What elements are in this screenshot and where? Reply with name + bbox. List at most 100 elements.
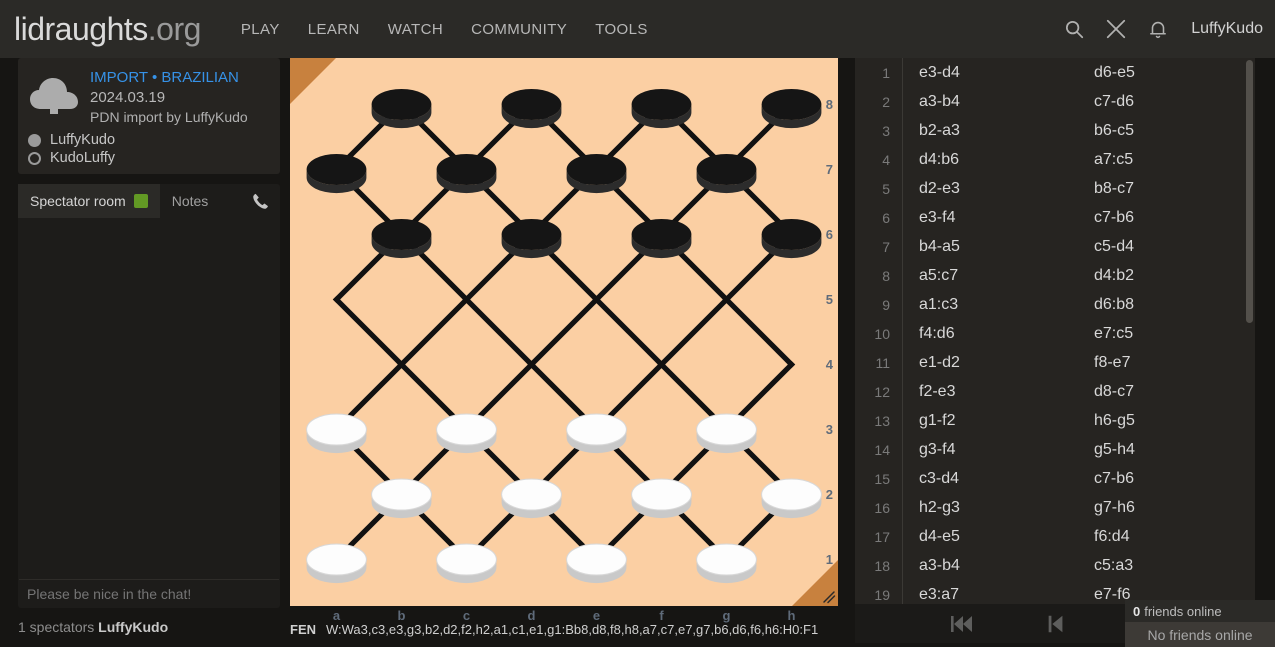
game-date: 2024.03.19 [90, 88, 166, 106]
move-black[interactable]: c5:a3 [1078, 557, 1253, 575]
phone-icon[interactable] [251, 184, 280, 218]
piece-white[interactable] [306, 543, 367, 584]
notifications-bell-icon[interactable] [1147, 18, 1169, 40]
piece-white[interactable] [306, 413, 367, 454]
piece-black[interactable] [566, 153, 627, 194]
move-white[interactable]: f4:d6 [903, 325, 1078, 343]
piece-black[interactable] [501, 218, 562, 259]
previous-move-button[interactable] [1045, 613, 1067, 635]
move-row: 10 f4:d6 e7:c5 [855, 319, 1255, 348]
move-black[interactable]: f8-e7 [1078, 354, 1253, 372]
piece-white[interactable] [436, 543, 497, 584]
piece-white[interactable] [436, 413, 497, 454]
fen-row: FEN W:Wa3,c3,e3,g3,b2,d2,f2,h2,a1,c1,e1,… [290, 614, 846, 644]
fen-value[interactable]: W:Wa3,c3,e3,g3,b2,d2,f2,h2,a1,c1,e1,g1:B… [326, 622, 818, 637]
game-type-link[interactable]: IMPORT • BRAZILIAN [90, 68, 248, 88]
piece-black[interactable] [761, 88, 822, 129]
move-white[interactable]: a3-b4 [903, 93, 1078, 111]
move-black[interactable]: b8-c7 [1078, 180, 1253, 198]
first-move-button[interactable] [950, 614, 974, 634]
move-white[interactable]: e3:a7 [903, 586, 1078, 604]
move-number: 7 [855, 232, 903, 261]
nav-item-community[interactable]: COMMUNITY [457, 15, 581, 44]
move-white[interactable]: e1-d2 [903, 354, 1078, 372]
piece-white[interactable] [631, 478, 692, 519]
piece-white[interactable] [761, 478, 822, 519]
piece-black[interactable] [371, 218, 432, 259]
piece-black[interactable] [501, 88, 562, 129]
search-icon[interactable] [1063, 18, 1085, 40]
nav-item-watch[interactable]: WATCH [374, 15, 457, 44]
piece-black[interactable] [436, 153, 497, 194]
move-white[interactable]: a3-b4 [903, 557, 1078, 575]
move-white[interactable]: g3-f4 [903, 441, 1078, 459]
username-menu[interactable]: LuffyKudo [1189, 20, 1263, 38]
black-piece-icon [28, 133, 41, 147]
player-white[interactable]: KudoLuffy [28, 150, 270, 166]
piece-white[interactable] [696, 543, 757, 584]
move-black[interactable]: d6-e5 [1078, 64, 1253, 82]
move-black[interactable]: d8-c7 [1078, 383, 1253, 401]
piece-white[interactable] [566, 543, 627, 584]
nav-item-play[interactable]: PLAY [227, 15, 294, 44]
move-black[interactable]: f6:d4 [1078, 528, 1253, 546]
nav-item-learn[interactable]: LEARN [294, 15, 374, 44]
piece-black[interactable] [631, 88, 692, 129]
move-black[interactable]: a7:c5 [1078, 151, 1253, 169]
site-logo[interactable]: lidraughts.org [14, 11, 201, 48]
move-number: 4 [855, 145, 903, 174]
move-black[interactable]: h6-g5 [1078, 412, 1253, 430]
move-black[interactable]: g7-h6 [1078, 499, 1253, 517]
tab-notes-label: Notes [171, 193, 209, 210]
move-white[interactable]: d4:b6 [903, 151, 1078, 169]
resize-handle-icon[interactable] [822, 590, 836, 604]
move-list-scrollbar-thumb[interactable] [1246, 60, 1253, 323]
move-white[interactable]: c3-d4 [903, 470, 1078, 488]
piece-black[interactable] [761, 218, 822, 259]
move-white[interactable]: e3-d4 [903, 64, 1078, 82]
move-white[interactable]: f2-e3 [903, 383, 1078, 401]
piece-black[interactable] [631, 218, 692, 259]
move-number: 11 [855, 348, 903, 377]
move-black[interactable]: c7-b6 [1078, 209, 1253, 227]
spectators-names[interactable]: LuffyKudo [98, 619, 168, 635]
move-white[interactable]: b4-a5 [903, 238, 1078, 256]
move-number: 14 [855, 435, 903, 464]
tab-spectator-room[interactable]: Spectator room [18, 184, 160, 219]
piece-black[interactable] [371, 88, 432, 129]
move-white[interactable]: a1:c3 [903, 296, 1078, 314]
tab-notes[interactable]: Notes [160, 184, 221, 218]
move-white[interactable]: h2-g3 [903, 499, 1078, 517]
player-black[interactable]: LuffyKudo [28, 132, 270, 148]
piece-white[interactable] [696, 413, 757, 454]
move-white[interactable]: d2-e3 [903, 180, 1078, 198]
move-black[interactable]: c7-b6 [1078, 470, 1253, 488]
move-white[interactable]: d4-e5 [903, 528, 1078, 546]
move-black[interactable]: e7:c5 [1078, 325, 1253, 343]
move-black[interactable]: c7-d6 [1078, 93, 1253, 111]
piece-white[interactable] [501, 478, 562, 519]
nav-item-tools[interactable]: TOOLS [581, 15, 662, 44]
piece-black[interactable] [306, 153, 367, 194]
move-black[interactable]: d4:b2 [1078, 267, 1253, 285]
chat-input[interactable] [19, 579, 279, 608]
move-white[interactable]: a5:c7 [903, 267, 1078, 285]
move-black[interactable]: b6-c5 [1078, 122, 1253, 140]
move-row: 5 d2-e3 b8-c7 [855, 174, 1255, 203]
piece-black[interactable] [696, 153, 757, 194]
move-row: 2 a3-b4 c7-d6 [855, 87, 1255, 116]
move-row: 14 g3-f4 g5-h4 [855, 435, 1255, 464]
friends-widget-header[interactable]: 0 friends online [1125, 600, 1275, 622]
challenge-swords-icon[interactable] [1105, 18, 1127, 40]
move-white[interactable]: e3-f4 [903, 209, 1078, 227]
piece-white[interactable] [566, 413, 627, 454]
move-black[interactable]: d6:b8 [1078, 296, 1253, 314]
move-black[interactable]: g5-h4 [1078, 441, 1253, 459]
move-white[interactable]: b2-a3 [903, 122, 1078, 140]
draughts-board[interactable]: 87654321 [290, 58, 838, 606]
move-list-scrollbar[interactable] [1246, 60, 1253, 604]
piece-white[interactable] [371, 478, 432, 519]
move-number: 5 [855, 174, 903, 203]
move-black[interactable]: c5-d4 [1078, 238, 1253, 256]
move-white[interactable]: g1-f2 [903, 412, 1078, 430]
